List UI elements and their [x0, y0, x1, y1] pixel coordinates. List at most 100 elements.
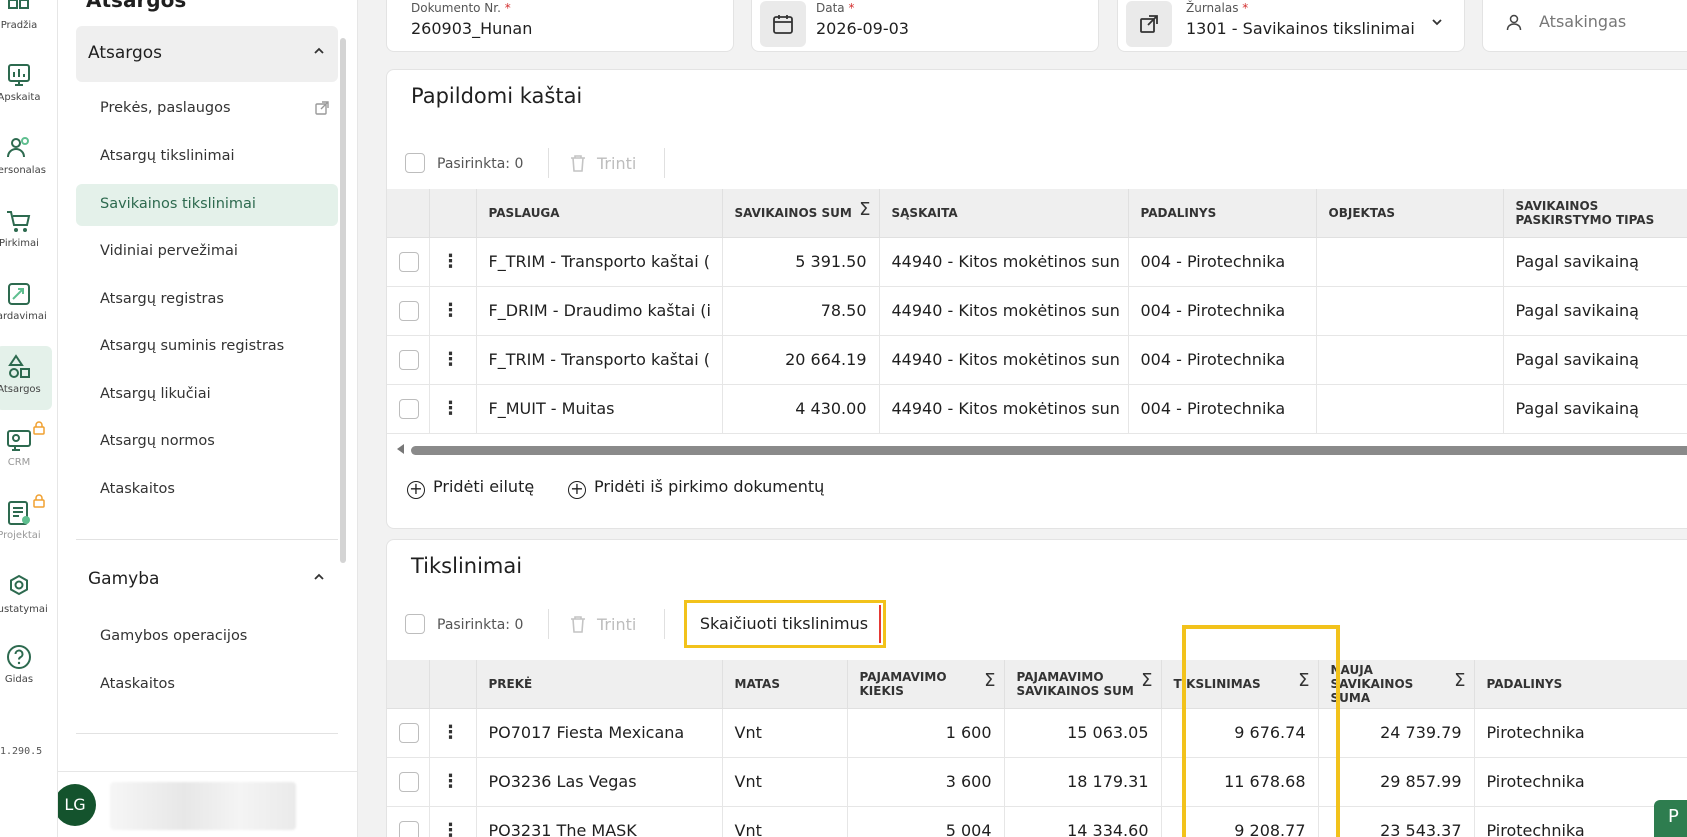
sigma-icon[interactable]: Σ: [1298, 672, 1309, 690]
rail-gidas[interactable]: Gidas: [0, 636, 57, 700]
cell-tikslinimas[interactable]: 11 678.68: [1161, 757, 1319, 807]
add-row-button[interactable]: + Pridėti eilutę: [407, 477, 534, 499]
sigma-icon[interactable]: Σ: [1141, 672, 1152, 690]
nav-item-vidiniai-pervezimai[interactable]: Vidiniai pervežimai: [76, 231, 338, 273]
col-pajamavimo-savikainos-sum[interactable]: PAJAMAVIMO SAVIKAINOS SUM Σ: [1004, 660, 1162, 709]
sigma-icon[interactable]: Σ: [984, 672, 995, 690]
cell-paslauga[interactable]: F_TRIM - Transporto kaštai (: [476, 237, 723, 287]
table-row[interactable]: ⋮ PO7017 Fiesta Mexicana Vnt 1 600 15 06…: [387, 708, 1687, 758]
table-row[interactable]: ⋮ F_TRIM - Transporto kaštai ( 20 664.19…: [387, 335, 1687, 385]
cell-pajamavimo-savikainos-sum[interactable]: 14 334.60: [1004, 806, 1162, 837]
user-bar[interactable]: LG: [58, 771, 357, 837]
kebab-menu-icon[interactable]: ⋮: [442, 773, 460, 791]
cell-tikslinimas[interactable]: 9 208.77: [1161, 806, 1319, 837]
table-row[interactable]: ⋮ F_MUIT - Muitas 4 430.00 44940 - Kitos…: [387, 384, 1687, 434]
nav-item-atsargu-tikslinimai[interactable]: Atsargų tikslinimai: [76, 136, 338, 178]
row-checkbox[interactable]: [399, 820, 419, 837]
add-from-purchase-button[interactable]: + Pridėti iš pirkimo dokumentų: [568, 477, 824, 499]
date-field[interactable]: Data * 2026-09-03: [751, 0, 1099, 52]
document-number-field[interactable]: Dokumento Nr. * 260903_Hunan: [386, 0, 734, 52]
cell-savikainos-sum[interactable]: 4 430.00: [722, 384, 880, 434]
col-padalinys[interactable]: PADALINYS: [1128, 189, 1317, 238]
nav-item-gamyba-ataskaitos[interactable]: Ataskaitos: [76, 664, 338, 706]
table-row[interactable]: ⋮ PO3231 The MASK Vnt 5 004 14 334.60 9 …: [387, 806, 1687, 837]
kebab-menu-icon[interactable]: ⋮: [442, 351, 460, 369]
rail-nustatymai[interactable]: Nustatymai: [0, 566, 57, 630]
cell-padalinys[interactable]: 004 - Pirotechnika: [1128, 335, 1317, 385]
sigma-icon[interactable]: Σ: [1454, 672, 1465, 690]
cell-saskaita[interactable]: 44940 - Kitos mokėtinos sun: [879, 335, 1129, 385]
row-checkbox[interactable]: [399, 349, 419, 370]
journal-open-button[interactable]: [1126, 1, 1172, 47]
cell-nauja-savikainos-suma[interactable]: 29 857.99: [1318, 757, 1475, 807]
nav-scrollbar[interactable]: [340, 38, 346, 563]
cell-pajamavimo-kiekis[interactable]: 3 600: [847, 757, 1005, 807]
cell-pajamavimo-kiekis[interactable]: 1 600: [847, 708, 1005, 758]
calculate-adjustments-button[interactable]: Skaičiuoti tikslinimus: [684, 600, 886, 648]
delete-button[interactable]: Trinti: [597, 615, 636, 634]
cell-savikainos-sum[interactable]: 20 664.19: [722, 335, 880, 385]
nav-item-atsargu-likuciai[interactable]: Atsargų likučiai: [76, 374, 338, 416]
cell-matas[interactable]: Vnt: [722, 757, 848, 807]
journal-select[interactable]: Žurnalas * 1301 - Savikainos tikslinimai: [1117, 0, 1465, 52]
sigma-icon[interactable]: Σ: [859, 201, 870, 219]
col-paskirstymo-tipas[interactable]: SAVIKAINOS PASKIRSTYMO TIPAS: [1503, 189, 1687, 238]
delete-button[interactable]: Trinti: [597, 154, 636, 173]
nav-item-atsargu-suminis-registras[interactable]: Atsargų suminis registras: [76, 326, 338, 368]
row-checkbox[interactable]: [399, 722, 419, 743]
nav-item-ataskaitos[interactable]: Ataskaitos: [76, 469, 338, 511]
kebab-menu-icon[interactable]: ⋮: [442, 724, 460, 742]
external-link-icon[interactable]: [314, 100, 330, 116]
table-row[interactable]: ⋮ F_TRIM - Transporto kaštai ( 5 391.50 …: [387, 237, 1687, 287]
cell-nauja-savikainos-suma[interactable]: 24 739.79: [1318, 708, 1475, 758]
nav-group-atsargos[interactable]: Atsargos: [76, 26, 338, 82]
cell-paskirstymo-tipas[interactable]: Pagal savikainą: [1503, 335, 1687, 385]
table-row[interactable]: ⋮ PO3236 Las Vegas Vnt 3 600 18 179.31 1…: [387, 757, 1687, 807]
calendar-button[interactable]: [760, 1, 806, 47]
kebab-menu-icon[interactable]: ⋮: [442, 253, 460, 271]
cell-paskirstymo-tipas[interactable]: Pagal savikainą: [1503, 237, 1687, 287]
select-all-checkbox[interactable]: [405, 153, 425, 173]
kebab-menu-icon[interactable]: ⋮: [442, 822, 460, 837]
cell-saskaita[interactable]: 44940 - Kitos mokėtinos sun: [879, 384, 1129, 434]
cell-pajamavimo-kiekis[interactable]: 5 004: [847, 806, 1005, 837]
cell-saskaita[interactable]: 44940 - Kitos mokėtinos sun: [879, 286, 1129, 336]
row-checkbox[interactable]: [399, 251, 419, 272]
cell-savikainos-sum[interactable]: 5 391.50: [722, 237, 880, 287]
col-savikainos-sum[interactable]: SAVIKAINOS SUM Σ: [722, 189, 880, 238]
row-checkbox[interactable]: [399, 398, 419, 419]
col-preke[interactable]: PREKĖ: [476, 660, 723, 709]
col-objektas[interactable]: OBJEKTAS: [1316, 189, 1504, 238]
scrollbar-thumb[interactable]: [411, 446, 1687, 455]
cell-pajamavimo-savikainos-sum[interactable]: 18 179.31: [1004, 757, 1162, 807]
cell-savikainos-sum[interactable]: 78.50: [722, 286, 880, 336]
cell-pajamavimo-savikainos-sum[interactable]: 15 063.05: [1004, 708, 1162, 758]
select-all-checkbox[interactable]: [405, 614, 425, 634]
rail-pirkimai[interactable]: Pirkimai: [0, 200, 57, 264]
nav-item-atsargu-registras[interactable]: Atsargų registras: [76, 279, 338, 321]
nav-item-prekes[interactable]: Prekės, paslaugos: [76, 88, 338, 130]
cell-matas[interactable]: Vnt: [722, 806, 848, 837]
cell-objektas[interactable]: [1316, 237, 1504, 287]
cell-padalinys[interactable]: 004 - Pirotechnika: [1128, 384, 1317, 434]
col-pajamavimo-kiekis[interactable]: PAJAMAVIMO KIEKIS Σ: [847, 660, 1005, 709]
cell-tikslinimas[interactable]: 9 676.74: [1161, 708, 1319, 758]
responsible-field[interactable]: Atsakingas: [1482, 0, 1687, 52]
cell-paslauga[interactable]: F_DRIM - Draudimo kaštai (i: [476, 286, 723, 336]
rail-apskaita[interactable]: Apskaita: [0, 54, 57, 118]
col-tikslinimas[interactable]: TIKSLINIMAS Σ: [1161, 660, 1319, 709]
cell-objektas[interactable]: [1316, 335, 1504, 385]
nav-item-gamybos-operacijos[interactable]: Gamybos operacijos: [76, 616, 338, 658]
cell-nauja-savikainos-suma[interactable]: 23 543.37: [1318, 806, 1475, 837]
floating-action-button[interactable]: P: [1654, 800, 1687, 837]
col-paslauga[interactable]: PASLAUGA: [476, 189, 723, 238]
row-checkbox[interactable]: [399, 771, 419, 792]
nav-item-savikainos-tikslinimai[interactable]: Savikainos tikslinimai: [76, 184, 338, 226]
cell-objektas[interactable]: [1316, 286, 1504, 336]
cell-paskirstymo-tipas[interactable]: Pagal savikainą: [1503, 384, 1687, 434]
cell-preke[interactable]: PO3236 Las Vegas: [476, 757, 723, 807]
cell-padalinys[interactable]: 004 - Pirotechnika: [1128, 286, 1317, 336]
cell-paslauga[interactable]: F_TRIM - Transporto kaštai (: [476, 335, 723, 385]
col-padalinys[interactable]: PADALINYS: [1474, 660, 1687, 709]
cell-preke[interactable]: PO7017 Fiesta Mexicana: [476, 708, 723, 758]
